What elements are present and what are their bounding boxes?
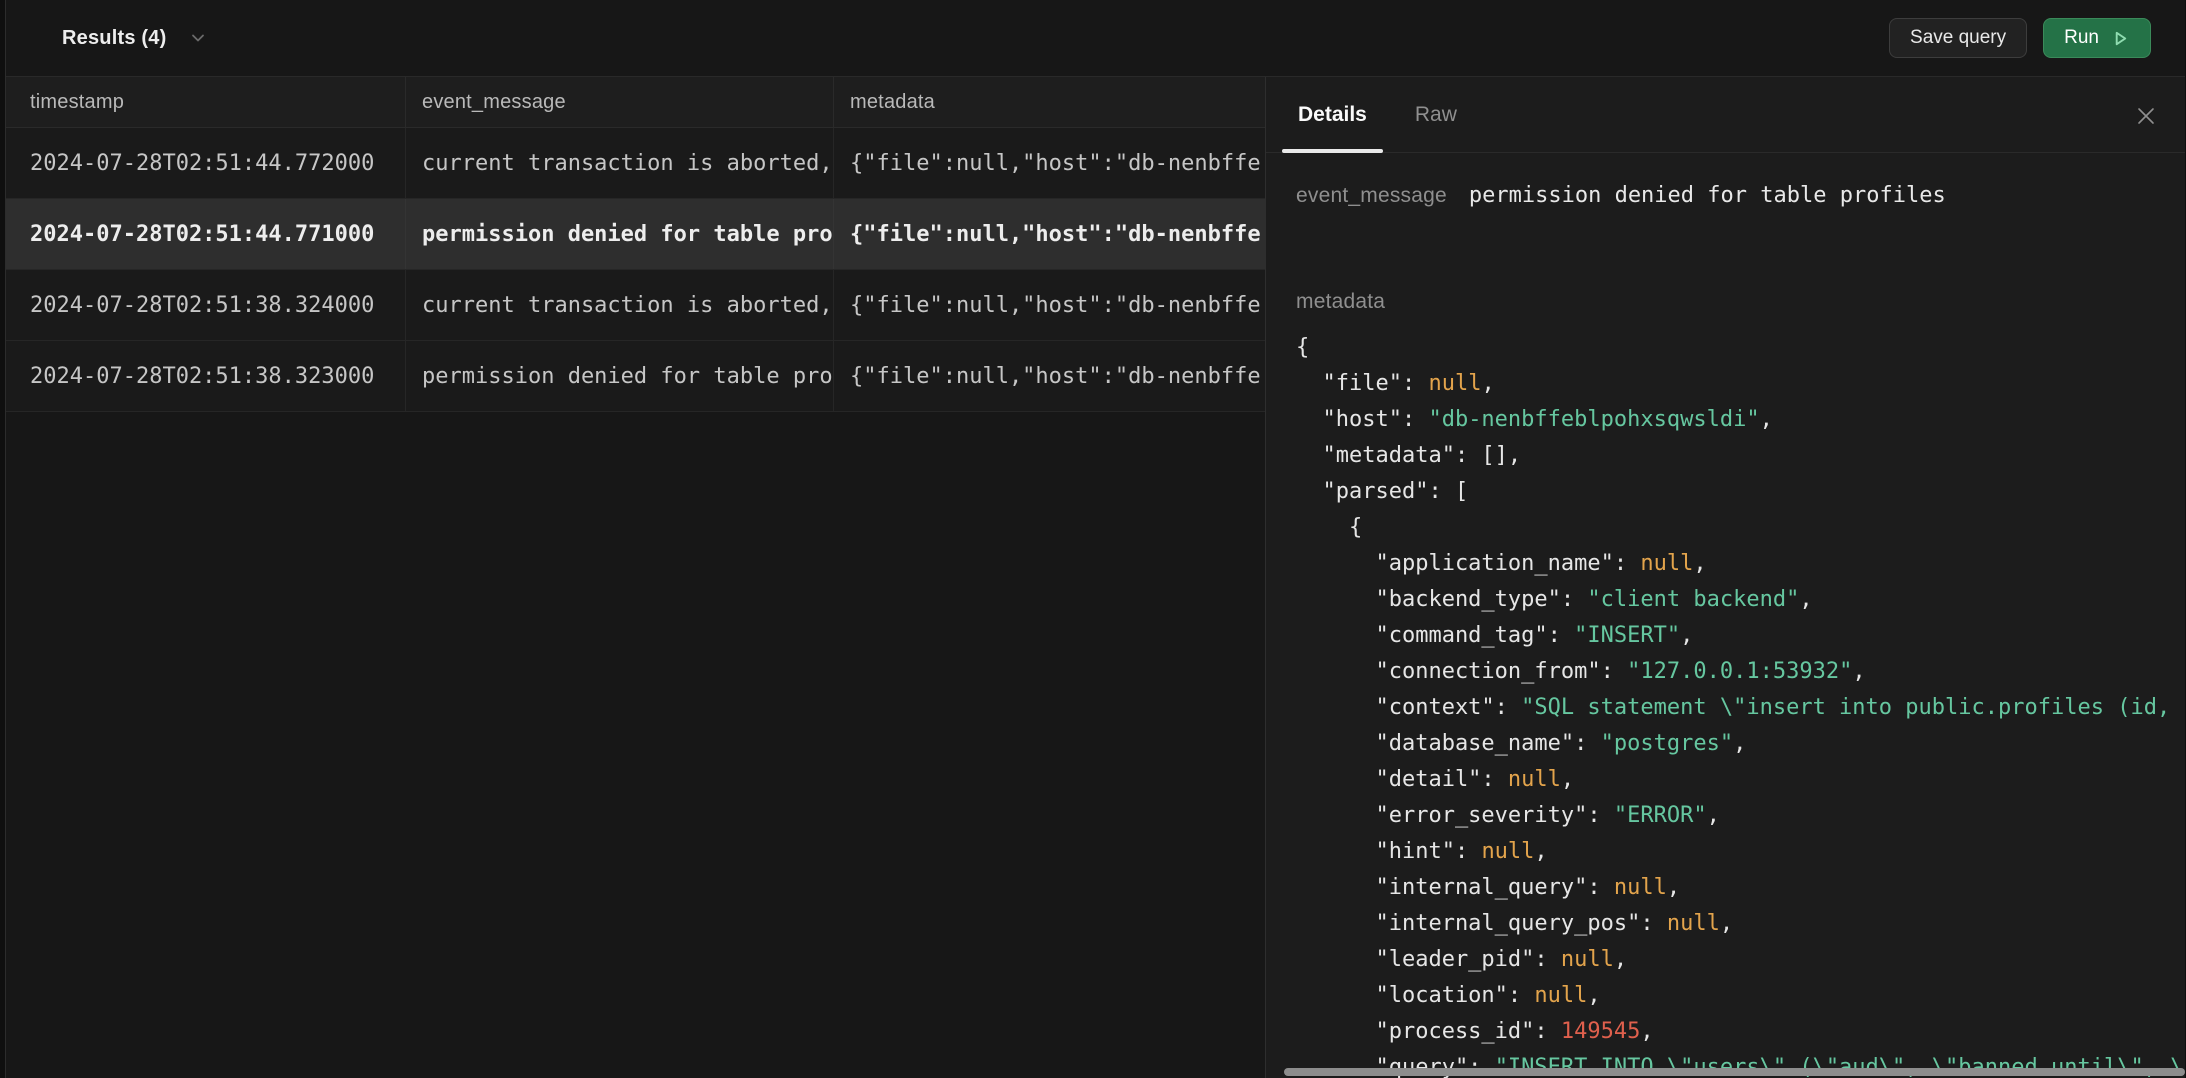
cell-event_message: permission denied for table pro	[406, 199, 834, 269]
results-toolbar: Results (4) Save query Run	[6, 0, 2185, 77]
json-line: "metadata": [],	[1296, 438, 2185, 474]
tab-details[interactable]: Details	[1296, 77, 1369, 152]
results-count-label: Results (4)	[62, 27, 166, 50]
cell-event_message: permission denied for table pro	[406, 341, 834, 411]
main-split: timestamp event_message metadata 2024-07…	[6, 77, 2185, 1078]
cell-metadata: {"file":null,"host":"db-nenbffe	[834, 128, 1265, 198]
horizontal-scrollbar[interactable]	[1284, 1068, 2185, 1076]
table-row[interactable]: 2024-07-28T02:51:44.772000current transa…	[6, 128, 1265, 199]
cell-metadata: {"file":null,"host":"db-nenbffe	[834, 199, 1265, 269]
event-message-field: event_message permission denied for tabl…	[1296, 183, 2185, 208]
column-header-metadata: metadata	[834, 77, 1265, 127]
cell-metadata: {"file":null,"host":"db-nenbffe	[834, 341, 1265, 411]
cell-timestamp: 2024-07-28T02:51:38.324000	[6, 270, 406, 340]
table-header-row: timestamp event_message metadata	[6, 77, 1265, 128]
table-row[interactable]: 2024-07-28T02:51:38.324000current transa…	[6, 270, 1265, 341]
json-line: "command_tag": "INSERT",	[1296, 618, 2185, 654]
metadata-json: { "file": null, "host": "db-nenbffeblpoh…	[1296, 330, 2185, 1078]
chevron-down-icon	[188, 28, 208, 48]
details-panel: Details Raw event_message permission deni…	[1265, 77, 2185, 1078]
close-icon	[2135, 105, 2157, 127]
json-line: "file": null,	[1296, 366, 2185, 402]
cell-metadata: {"file":null,"host":"db-nenbffe	[834, 270, 1265, 340]
json-line: "host": "db-nenbffeblpohxsqwsldi",	[1296, 402, 2185, 438]
metadata-label: metadata	[1296, 290, 2185, 314]
close-panel-button[interactable]	[2133, 103, 2159, 129]
json-line: "database_name": "postgres",	[1296, 726, 2185, 762]
save-query-button[interactable]: Save query	[1889, 18, 2027, 58]
results-table: timestamp event_message metadata 2024-07…	[6, 77, 1265, 1078]
json-line: "detail": null,	[1296, 762, 2185, 798]
json-line: "leader_pid": null,	[1296, 942, 2185, 978]
json-line: "error_severity": "ERROR",	[1296, 798, 2185, 834]
cell-timestamp: 2024-07-28T02:51:44.771000	[6, 199, 406, 269]
toolbar-actions: Save query Run	[1889, 18, 2151, 58]
json-line: "application_name": null,	[1296, 546, 2185, 582]
event-message-label: event_message	[1296, 184, 1447, 208]
json-line: "internal_query": null,	[1296, 870, 2185, 906]
results-dropdown[interactable]: Results (4)	[62, 27, 208, 50]
tab-raw[interactable]: Raw	[1413, 77, 1459, 152]
run-button-label: Run	[2064, 27, 2099, 49]
json-line: "context": "SQL statement \"insert into …	[1296, 690, 2185, 726]
json-line: "parsed": [	[1296, 474, 2185, 510]
cell-event_message: current transaction is aborted,	[406, 270, 834, 340]
table-row[interactable]: 2024-07-28T02:51:38.323000permission den…	[6, 341, 1265, 412]
json-line: "location": null,	[1296, 978, 2185, 1014]
logs-results-view: Results (4) Save query Run timestamp eve…	[5, 0, 2185, 1078]
column-header-timestamp: timestamp	[6, 77, 406, 127]
play-icon	[2111, 29, 2130, 48]
json-line: {	[1296, 510, 2185, 546]
json-line: {	[1296, 330, 2185, 366]
cell-event_message: current transaction is aborted,	[406, 128, 834, 198]
json-line: "backend_type": "client backend",	[1296, 582, 2185, 618]
cell-timestamp: 2024-07-28T02:51:38.323000	[6, 341, 406, 411]
table-row[interactable]: 2024-07-28T02:51:44.771000permission den…	[6, 199, 1265, 270]
tab-list: Details Raw	[1266, 77, 2185, 153]
column-header-event-message: event_message	[406, 77, 834, 127]
json-line: "connection_from": "127.0.0.1:53932",	[1296, 654, 2185, 690]
cell-timestamp: 2024-07-28T02:51:44.772000	[6, 128, 406, 198]
json-line: "internal_query_pos": null,	[1296, 906, 2185, 942]
event-message-value: permission denied for table profiles	[1469, 183, 1946, 208]
json-line: "process_id": 149545,	[1296, 1014, 2185, 1050]
json-line: "hint": null,	[1296, 834, 2185, 870]
run-button[interactable]: Run	[2043, 18, 2151, 58]
table-body: 2024-07-28T02:51:44.772000current transa…	[6, 128, 1265, 412]
details-content: event_message permission denied for tabl…	[1266, 153, 2185, 1078]
